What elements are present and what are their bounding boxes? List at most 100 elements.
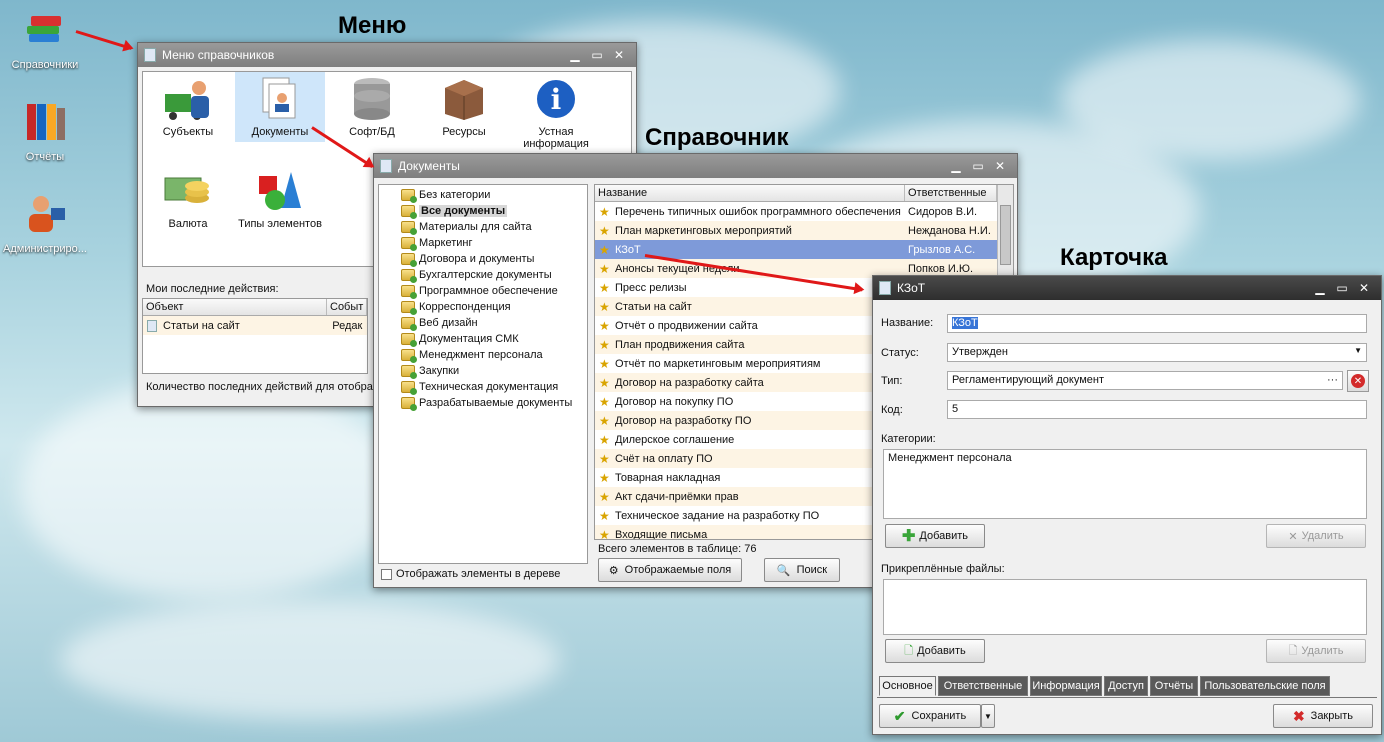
categories-label: Категории: bbox=[881, 433, 936, 445]
tab-reports[interactable]: Отчёты bbox=[1150, 676, 1198, 696]
documents-grid-header: Название Ответственные bbox=[595, 185, 1013, 202]
save-options-dropdown[interactable]: ▼ bbox=[981, 704, 995, 728]
status-select[interactable]: Утвержден ▼ bbox=[947, 343, 1367, 362]
menu-item-element-types[interactable]: Типы элементов bbox=[235, 218, 325, 230]
save-button[interactable]: ✔ Сохранить bbox=[879, 704, 981, 728]
categories-list[interactable]: Менеджмент персонала bbox=[883, 449, 1367, 519]
tree-item[interactable]: Менеджмент персонала bbox=[401, 347, 587, 363]
tree-item[interactable]: Веб дизайн bbox=[401, 315, 587, 331]
menu-window-title: Меню справочников bbox=[162, 48, 275, 62]
tree-item[interactable]: Бухгалтерские документы bbox=[401, 267, 587, 283]
folder-icon bbox=[401, 237, 417, 251]
recent-actions-header: Объект Событ bbox=[143, 299, 367, 316]
show-in-tree-option[interactable]: Отображать элементы в дереве bbox=[381, 568, 560, 580]
star-icon: ★ bbox=[599, 376, 610, 389]
remove-category-button[interactable]: ✕ Удалить bbox=[1266, 524, 1366, 548]
window-icon bbox=[380, 159, 392, 173]
recent-actions-grid: Объект Событ Статьи на сайт Редак bbox=[142, 298, 368, 374]
tab-access[interactable]: Доступ bbox=[1104, 676, 1148, 696]
close-icon[interactable]: ✕ bbox=[1353, 281, 1375, 295]
tree-item[interactable]: Закупки bbox=[401, 363, 587, 379]
tab-information[interactable]: Информация bbox=[1030, 676, 1102, 696]
tab-responsible[interactable]: Ответственные bbox=[938, 676, 1028, 696]
chevron-down-icon: ▼ bbox=[1354, 346, 1362, 355]
documents-window-titlebar[interactable]: Документы ▁ ▭ ✕ bbox=[374, 154, 1017, 178]
shapes-icon bbox=[259, 172, 301, 210]
card-window-title: КЗоТ bbox=[897, 281, 926, 295]
star-icon: ★ bbox=[599, 262, 610, 275]
column-header-responsible[interactable]: Ответственные bbox=[905, 185, 997, 201]
menu-window-titlebar[interactable]: Меню справочников ▁ ▭ ✕ bbox=[138, 43, 636, 67]
tree-item[interactable]: Корреспонденция bbox=[401, 299, 587, 315]
folder-icon bbox=[401, 189, 417, 203]
attached-files-list[interactable] bbox=[883, 579, 1367, 635]
clear-icon: ✕ bbox=[1351, 374, 1365, 388]
desktop-icon-label: Администриро... bbox=[3, 243, 87, 255]
minimize-icon[interactable]: ▁ bbox=[945, 159, 967, 173]
close-icon[interactable]: ✕ bbox=[989, 159, 1011, 173]
code-field[interactable]: 5 bbox=[947, 400, 1367, 419]
menu-item-subjects[interactable]: Субъекты bbox=[143, 126, 233, 138]
tree-item[interactable]: Разрабатываемые документы bbox=[401, 395, 587, 411]
type-label: Тип: bbox=[881, 375, 903, 387]
folder-icon bbox=[401, 365, 417, 379]
table-row[interactable]: Статьи на сайт Редак bbox=[143, 316, 367, 335]
menu-item-oral-info[interactable]: Устная информация bbox=[511, 126, 601, 150]
minimize-icon[interactable]: ▁ bbox=[564, 48, 586, 62]
tree-item[interactable]: Техническая документация bbox=[401, 379, 587, 395]
add-category-button[interactable]: ✚ Добавить bbox=[885, 524, 985, 548]
column-header-name[interactable]: Название bbox=[595, 185, 905, 201]
tree-item[interactable]: Маркетинг bbox=[401, 235, 587, 251]
maximize-icon[interactable]: ▭ bbox=[967, 159, 989, 173]
documents-icon bbox=[262, 77, 296, 119]
tree-item[interactable]: Договора и документы bbox=[401, 251, 587, 267]
tree-item[interactable]: Программное обеспечение bbox=[401, 283, 587, 299]
column-header[interactable]: Событ bbox=[327, 299, 367, 315]
desktop-icon-admin[interactable]: Администриро... bbox=[0, 192, 90, 255]
tree-item[interactable]: Материалы для сайта bbox=[401, 219, 587, 235]
star-icon: ★ bbox=[599, 205, 610, 218]
maximize-icon[interactable]: ▭ bbox=[586, 48, 608, 62]
displayed-fields-button[interactable]: ⚙ Отображаемые поля bbox=[598, 558, 742, 582]
recent-actions-label: Мои последние действия: bbox=[146, 283, 279, 295]
star-icon: ★ bbox=[599, 395, 610, 408]
tree-item[interactable]: Все документы bbox=[401, 203, 587, 219]
desktop-icon-directories[interactable]: Справочники bbox=[0, 8, 90, 71]
maximize-icon[interactable]: ▭ bbox=[1331, 281, 1353, 295]
document-icon bbox=[147, 319, 157, 332]
desktop-icon-reports[interactable]: Отчёты bbox=[0, 100, 90, 163]
close-button[interactable]: ✖ Закрыть bbox=[1273, 704, 1373, 728]
tab-main[interactable]: Основное bbox=[879, 676, 936, 696]
tree-item[interactable]: Без категории bbox=[401, 187, 587, 203]
folder-icon bbox=[401, 317, 417, 331]
search-button[interactable]: 🔍 Поиск bbox=[764, 558, 840, 582]
desktop-icon-label: Справочники bbox=[11, 59, 79, 71]
table-row[interactable]: ★ План маркетинговых мероприятий Нежданова… bbox=[595, 221, 1013, 240]
show-in-tree-checkbox[interactable] bbox=[381, 568, 392, 580]
checkmark-icon: ✔ bbox=[893, 707, 906, 724]
menu-item-software[interactable]: Софт/БД bbox=[327, 126, 417, 138]
code-label: Код: bbox=[881, 404, 903, 416]
close-icon: ✖ bbox=[1292, 707, 1305, 724]
type-field[interactable]: Регламентирующий документ ··· bbox=[947, 371, 1343, 390]
column-header[interactable]: Объект bbox=[143, 299, 327, 315]
heading-menu: Меню bbox=[338, 12, 407, 39]
card-window-titlebar[interactable]: КЗоТ ▁ ▭ ✕ bbox=[873, 276, 1381, 300]
menu-item-currency[interactable]: Валюта bbox=[143, 218, 233, 230]
desktop-icon-label: Отчёты bbox=[25, 151, 65, 163]
minimize-icon[interactable]: ▁ bbox=[1309, 281, 1331, 295]
clear-type-button[interactable]: ✕ bbox=[1347, 370, 1369, 392]
ellipsis-icon[interactable]: ··· bbox=[1327, 374, 1338, 387]
tree-item[interactable]: Документация СМК bbox=[401, 331, 587, 347]
add-file-button[interactable]: 🗋 Добавить bbox=[885, 639, 985, 663]
remove-file-button[interactable]: 🗋 Удалить bbox=[1266, 639, 1366, 663]
scrollbar-thumb[interactable] bbox=[1000, 205, 1011, 265]
box-icon bbox=[445, 80, 483, 120]
star-icon: ★ bbox=[599, 528, 610, 540]
name-field[interactable]: КЗоТ bbox=[947, 314, 1367, 333]
table-row[interactable]: ★ Перечень типичных ошибок программного о… bbox=[595, 202, 1013, 221]
name-label: Название: bbox=[881, 317, 934, 329]
tab-custom-fields[interactable]: Пользовательские поля bbox=[1200, 676, 1330, 696]
menu-item-resources[interactable]: Ресурсы bbox=[419, 126, 509, 138]
close-icon[interactable]: ✕ bbox=[608, 48, 630, 62]
